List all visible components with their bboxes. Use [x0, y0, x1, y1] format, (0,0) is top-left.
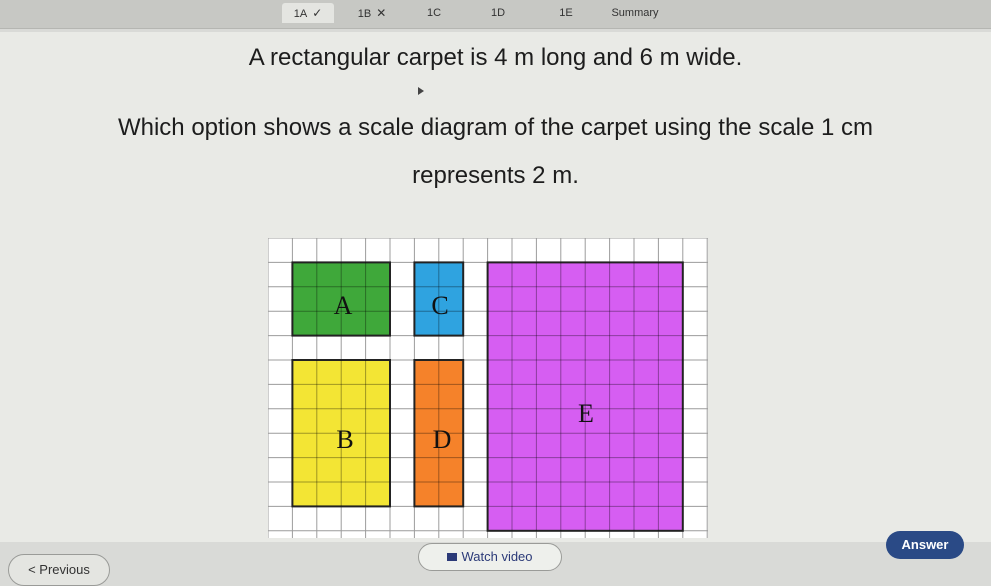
option-e-label: E — [578, 399, 594, 428]
check-icon: ✓ — [312, 6, 323, 20]
mouse-cursor-icon — [418, 87, 424, 95]
tab-label: 1A — [293, 8, 308, 20]
tab-label: 1B — [357, 8, 372, 20]
tab-1b[interactable]: 1B ✕ — [346, 3, 398, 23]
answer-button[interactable]: Answer — [886, 531, 964, 559]
cross-icon: ✕ — [376, 6, 387, 20]
option-d-label: D — [432, 425, 452, 454]
tab-label: 1E — [559, 7, 573, 19]
tab-label: 1C — [426, 7, 442, 19]
watch-video-button[interactable]: Watch video — [418, 543, 562, 571]
previous-button[interactable]: < Previous — [8, 554, 110, 586]
option-a-label: A — [333, 291, 353, 320]
scale-diagram: A B C D E — [267, 237, 708, 538]
tab-1c[interactable]: 1C — [412, 3, 456, 23]
tab-label: Summary — [611, 7, 659, 19]
question-text-line-3: represents 2 m. — [412, 162, 579, 189]
tab-1d[interactable]: 1D — [476, 3, 520, 23]
watch-video-label: Watch video — [461, 549, 533, 564]
tab-1a[interactable]: 1A ✓ — [282, 3, 334, 23]
tab-label: 1D — [490, 7, 506, 19]
tab-1e[interactable]: 1E — [544, 3, 588, 23]
video-icon — [447, 553, 458, 561]
question-text-line-1: A rectangular carpet is 4 m long and 6 m… — [248, 44, 743, 71]
question-text-line-2: Which option shows a scale diagram of th… — [117, 114, 874, 141]
grid-paper — [267, 237, 708, 538]
option-b-label: B — [336, 425, 354, 454]
tab-summary[interactable]: Summary — [598, 3, 672, 23]
option-c-label: C — [431, 291, 449, 320]
question-tab-bar: 1A ✓ 1B ✕ 1C 1D 1E Summary — [0, 0, 991, 29]
